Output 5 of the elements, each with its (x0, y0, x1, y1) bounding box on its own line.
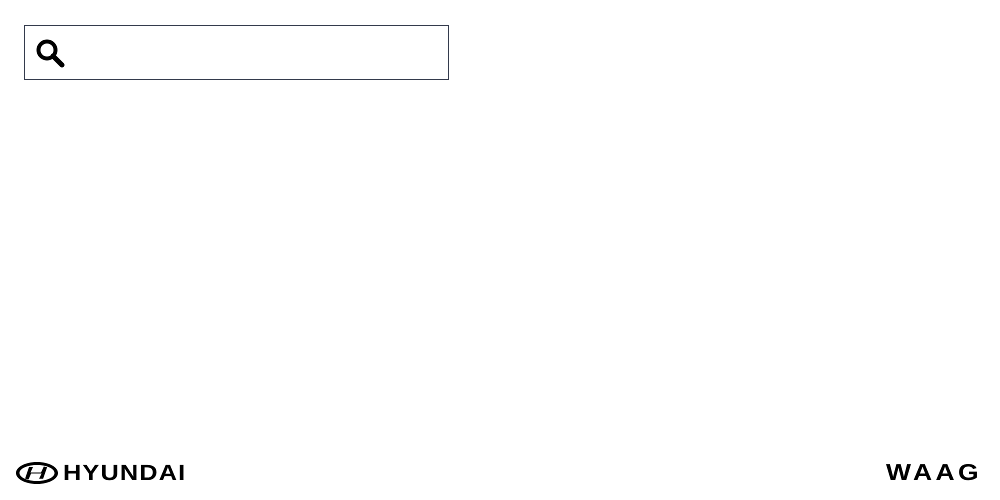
search-field[interactable] (24, 25, 449, 80)
logo-text: HYUNDAI (63, 460, 186, 486)
logo-text: WAAG (886, 459, 983, 486)
search-icon (35, 38, 65, 68)
emblem-icon (16, 462, 58, 484)
